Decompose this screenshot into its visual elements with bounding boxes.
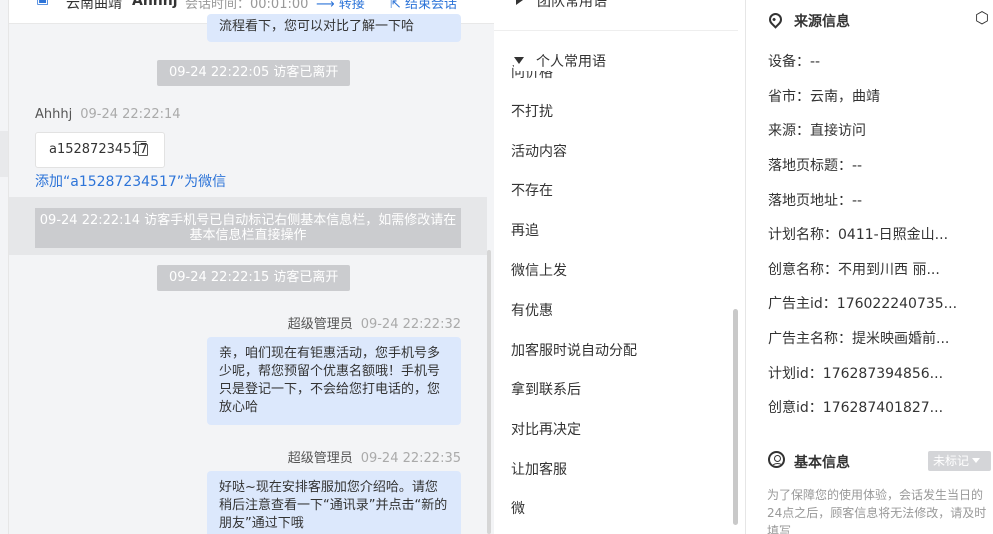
agent-message-header: 超级管理员 09-24 22:22:35 xyxy=(288,447,461,466)
info-label: 广告主id： xyxy=(768,296,837,312)
agent-message-bubble: 亲，咱们现在有钜惠活动，您手机号多少呢，帮您预留个优惠名额哦！手机号只是登记一下… xyxy=(207,337,461,425)
phrases-scrollbar[interactable] xyxy=(733,309,738,525)
end-session-button[interactable]: ⇱ 结束会话 xyxy=(390,0,457,12)
info-label: 来源： xyxy=(768,123,810,139)
system-message: 09-24 22:22:15 访客已离开 xyxy=(157,265,351,291)
visitor-location: 云南曲靖 xyxy=(66,0,122,12)
phrase-item[interactable]: 拿到联系后 xyxy=(511,379,581,399)
info-row-advertiser-id: 广告主id：176022240735... xyxy=(768,293,957,313)
info-value: 直接访问 xyxy=(810,123,866,139)
info-row-plan-name: 计划名称：0411-日照金山... xyxy=(768,224,948,244)
phrase-item[interactable]: 不打扰 xyxy=(511,101,553,121)
phrase-item[interactable]: 对比再决定 xyxy=(511,419,581,439)
info-row-creative-name: 创意名称：不用到川西 丽... xyxy=(768,259,940,279)
edit-deadline-hint: 为了保障您的使用体验，会话发生当日的24点之后，顾客信息将无法修改，请及时填写 xyxy=(767,488,987,534)
phrase-item[interactable]: 有优惠 xyxy=(511,300,553,320)
end-session-label: 结束会话 xyxy=(405,0,458,12)
agent-message-bubble: 流程看下，您可以对比了解一下哈 xyxy=(207,14,461,42)
phrase-item[interactable]: 让加客服 xyxy=(511,459,567,479)
sender-name: 超级管理员 xyxy=(287,451,353,466)
phrase-item[interactable]: 加客服时说自动分配 xyxy=(511,340,637,360)
mark-status-label: 未标记 xyxy=(933,454,970,468)
info-label: 广告主名称： xyxy=(768,331,852,347)
divider xyxy=(494,30,738,31)
info-value: 云南，曲靖 xyxy=(810,89,880,105)
sender-name: 超级管理员 xyxy=(287,317,353,332)
caret-down-icon xyxy=(514,57,524,64)
info-label: 计划id： xyxy=(768,366,823,382)
info-label: 计划名称： xyxy=(768,227,838,243)
team-phrases-group[interactable]: 团队常用语 xyxy=(516,0,607,11)
chat-scrollbar[interactable] xyxy=(487,250,491,534)
info-row-source: 来源：直接访问 xyxy=(768,120,866,140)
info-label: 创意id： xyxy=(768,400,823,416)
location-pin-icon xyxy=(766,10,785,29)
info-value: 176287394856... xyxy=(822,366,944,382)
sender-name: Ahhhj xyxy=(35,107,73,122)
copy-icon[interactable] xyxy=(135,141,148,156)
message-text: 流程看下，您可以对比了解一下哈 xyxy=(219,19,415,34)
info-row-device: 设备：-- xyxy=(768,51,820,71)
personal-phrases-group[interactable]: 个人常用语 xyxy=(514,51,606,71)
caret-right-icon xyxy=(516,0,523,5)
chat-panel: ▣ 云南曲靖 Ahhhj 会话时间：00:01:00 ⟶ 转接 ⇱ 结束会话 流… xyxy=(0,0,494,534)
phrase-item[interactable]: 活动内容 xyxy=(511,141,567,161)
side-collapse-tab[interactable] xyxy=(0,131,8,177)
phone-auto-mark-notice: 09-24 22:22:14 访客手机号已自动标记右侧基本信息栏，如需修改请在基… xyxy=(35,208,461,248)
info-row-plan-id: 计划id：176287394856... xyxy=(768,363,943,383)
visitor-device-icon: ▣ xyxy=(36,0,49,7)
transfer-icon: ⟶ xyxy=(316,0,335,12)
message-time: 09-24 22:22:35 xyxy=(360,451,461,466)
visitor-message-header: Ahhhj 09-24 22:22:14 xyxy=(35,107,181,122)
session-duration: 会话时间：00:01:00 xyxy=(185,0,309,12)
visitor-name: Ahhhj xyxy=(132,0,178,9)
phrase-item[interactable]: 微 xyxy=(511,498,525,518)
phrase-item[interactable]: 微信上发 xyxy=(511,260,567,280)
system-message: 09-24 22:22:05 访客已离开 xyxy=(157,60,351,86)
info-row-advertiser-name: 广告主名称：提米映画婚前... xyxy=(768,328,949,348)
info-label: 落地页地址： xyxy=(768,193,852,209)
info-value: 提米映画婚前... xyxy=(852,331,950,347)
group-label: 团队常用语 xyxy=(537,0,607,10)
message-time: 09-24 22:22:32 xyxy=(360,317,461,332)
info-row-landing-url: 落地页地址：-- xyxy=(768,190,862,210)
source-info-title: 来源信息 xyxy=(794,14,850,30)
info-label: 省市： xyxy=(768,89,810,105)
transfer-button[interactable]: ⟶ 转接 xyxy=(316,0,365,12)
info-label: 创意名称： xyxy=(768,262,838,278)
phrase-item[interactable]: 再追 xyxy=(511,220,539,240)
phrase-item[interactable]: 不存在 xyxy=(511,180,553,200)
info-value: 0411-日照金山... xyxy=(838,227,949,243)
visitor-info-panel: 来源信息 ⬡ 设备：-- 省市：云南，曲靖 来源：直接访问 落地页标题：-- 落… xyxy=(746,0,993,534)
info-value: -- xyxy=(852,158,863,174)
info-row-landing-title: 落地页标题：-- xyxy=(768,155,862,175)
phone-number: a15287234517 xyxy=(49,142,148,157)
user-circle-icon xyxy=(768,451,785,468)
info-value: 176022240735... xyxy=(836,296,958,312)
mark-status-dropdown[interactable]: 未标记 xyxy=(928,451,991,471)
info-value: 176287401827... xyxy=(822,400,944,416)
transfer-label: 转接 xyxy=(338,0,365,12)
basic-info-title: 基本信息 xyxy=(794,455,850,471)
info-label: 落地页标题： xyxy=(768,158,852,174)
info-row-province-city: 省市：云南，曲靖 xyxy=(768,86,880,106)
settings-hex-icon[interactable]: ⬡ xyxy=(975,10,989,26)
info-value: 不用到川西 丽... xyxy=(838,262,940,278)
add-wechat-link[interactable]: 添加“a15287234517”为微信 xyxy=(35,171,226,191)
info-label: 设备： xyxy=(768,54,810,70)
agent-message-header: 超级管理员 09-24 22:22:32 xyxy=(288,313,461,332)
group-label: 个人常用语 xyxy=(536,54,606,70)
exit-icon: ⇱ xyxy=(390,0,401,12)
message-time: 09-24 22:22:14 xyxy=(80,107,181,122)
chat-left-border xyxy=(8,0,9,534)
info-row-creative-id: 创意id：176287401827... xyxy=(768,397,943,417)
agent-message-bubble: 好哒~现在安排客服加您介绍哈。请您稍后注意查看一下“通讯录”并点击“新的朋友”通… xyxy=(207,471,461,534)
phone-card: a15287234517 xyxy=(35,132,165,168)
info-value: -- xyxy=(810,54,821,70)
info-value: -- xyxy=(852,193,863,209)
common-phrases-panel: 团队常用语 个人常用语 问价格 不打扰 活动内容 不存在 再追 微信上发 有优惠… xyxy=(494,0,746,534)
caret-down-icon xyxy=(972,458,981,463)
